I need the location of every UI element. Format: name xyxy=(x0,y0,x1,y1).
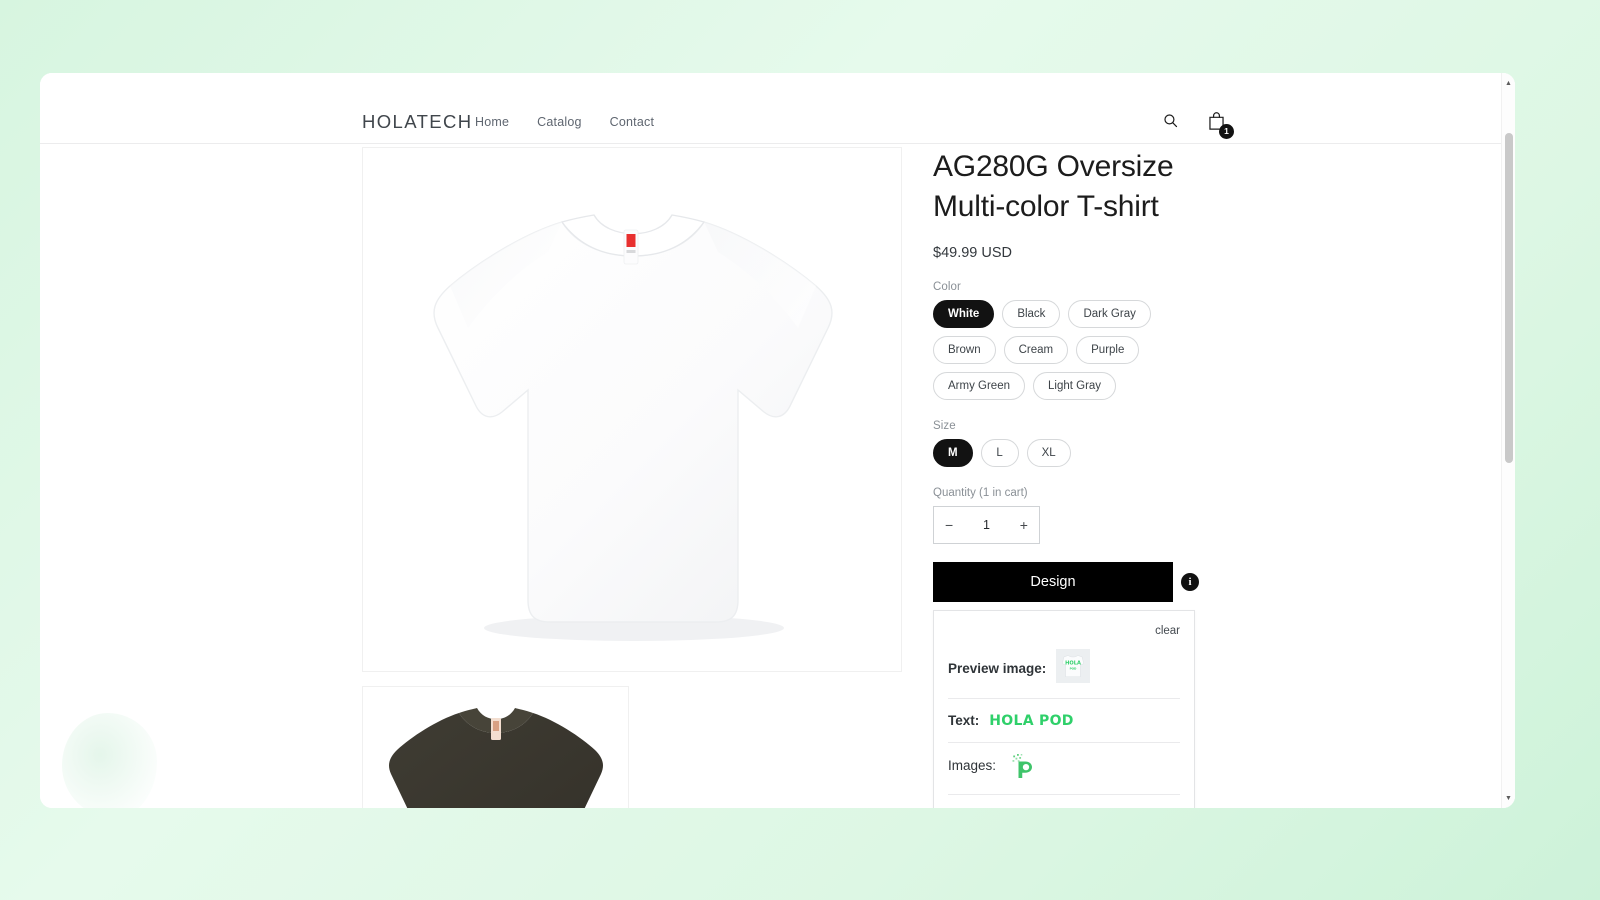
product-thumbnail-image[interactable] xyxy=(362,686,629,808)
color-option-purple[interactable]: Purple xyxy=(1076,336,1140,364)
white-tshirt-image xyxy=(433,213,833,641)
vertical-scrollbar[interactable]: ▲ ▼ xyxy=(1501,73,1515,808)
clear-row: clear xyxy=(948,621,1180,639)
dark-tshirt-image xyxy=(388,708,603,808)
product-info: AG280G Oversize Multi-color T-shirt $49.… xyxy=(933,147,1233,808)
browser-window: HOLATECH Home Catalog Contact 1 AG280G O… xyxy=(40,73,1515,808)
design-images-row: Images: xyxy=(948,743,1180,795)
preview-image-thumbnail[interactable]: HOLA POD xyxy=(1056,649,1091,688)
color-option-light-gray[interactable]: Light Gray xyxy=(1033,372,1117,400)
design-button[interactable]: Design xyxy=(933,562,1173,602)
color-option-label: Color xyxy=(933,281,961,293)
svg-text:HOLA: HOLA xyxy=(1065,660,1081,666)
product-page: AG280G Oversize Multi-color T-shirt $49.… xyxy=(40,73,1501,808)
product-gallery xyxy=(362,147,902,808)
quantity-decrease-button[interactable]: − xyxy=(945,518,953,532)
search-button[interactable] xyxy=(1157,109,1183,135)
size-option-xl[interactable]: XL xyxy=(1026,439,1071,467)
color-option-brown[interactable]: Brown xyxy=(933,336,996,364)
color-swatch-group: White Black Dark Gray Brown Cream Purple… xyxy=(933,300,1165,400)
product-price: $49.99 USD xyxy=(933,245,1012,261)
design-text-label: Text: xyxy=(948,713,980,728)
preview-image-label: Preview image: xyxy=(948,661,1047,676)
color-option-army-green[interactable]: Army Green xyxy=(933,372,1025,400)
page-viewport: HOLATECH Home Catalog Contact 1 AG280G O… xyxy=(40,73,1515,808)
cart-count-badge: 1 xyxy=(1219,124,1234,139)
green-p-logo-icon xyxy=(1012,754,1033,778)
design-action-row: Design i xyxy=(933,562,1233,602)
color-option-cream[interactable]: Cream xyxy=(1003,336,1069,364)
design-images-label: Images: xyxy=(948,758,997,773)
header-actions: 1 xyxy=(1157,109,1234,139)
nav-item-catalog[interactable]: Catalog xyxy=(537,115,582,129)
preview-image-row: Preview image: HOLA POD xyxy=(948,639,1180,699)
site-logo[interactable]: HOLATECH xyxy=(362,111,473,133)
quantity-increase-button[interactable]: + xyxy=(1020,518,1028,532)
color-option-dark-gray[interactable]: Dark Gray xyxy=(1068,300,1151,328)
size-option-label: Size xyxy=(933,420,956,432)
search-icon xyxy=(1162,112,1179,132)
design-details-panel: clear Preview image: HOLA POD Text: HOLA… xyxy=(933,610,1195,808)
cart-button[interactable]: 1 xyxy=(1203,109,1234,139)
svg-text:POD: POD xyxy=(1070,666,1077,670)
design-image-thumbnail[interactable] xyxy=(1008,751,1038,786)
design-image-list xyxy=(1006,751,1038,786)
size-option-m[interactable]: M xyxy=(933,439,973,467)
design-text-value: HOLA POD xyxy=(989,712,1074,729)
scrollbar-thumb[interactable] xyxy=(1505,133,1513,463)
scroll-down-arrow-icon[interactable]: ▼ xyxy=(1502,791,1515,805)
color-option-black[interactable]: Black xyxy=(1002,300,1061,328)
quantity-value[interactable]: 1 xyxy=(983,518,990,532)
clear-design-link[interactable]: clear xyxy=(1155,625,1180,637)
product-title: AG280G Oversize Multi-color T-shirt xyxy=(933,150,1174,223)
size-option-l[interactable]: L xyxy=(980,439,1019,467)
scroll-up-arrow-icon[interactable]: ▲ xyxy=(1502,76,1515,90)
product-main-image[interactable] xyxy=(362,147,902,672)
quantity-stepper: − 1 + xyxy=(933,506,1040,544)
nav-item-contact[interactable]: Contact xyxy=(610,115,654,129)
size-swatch-group: M L XL xyxy=(933,439,1165,467)
design-text-row: Text: HOLA POD xyxy=(948,699,1180,743)
site-header: HOLATECH Home Catalog Contact 1 xyxy=(40,73,1501,144)
info-icon[interactable]: i xyxy=(1181,573,1199,591)
quantity-label: Quantity (1 in cart) xyxy=(933,487,1028,499)
main-nav: Home Catalog Contact xyxy=(475,115,654,129)
nav-item-home[interactable]: Home xyxy=(475,115,509,129)
color-option-white[interactable]: White xyxy=(933,300,995,328)
